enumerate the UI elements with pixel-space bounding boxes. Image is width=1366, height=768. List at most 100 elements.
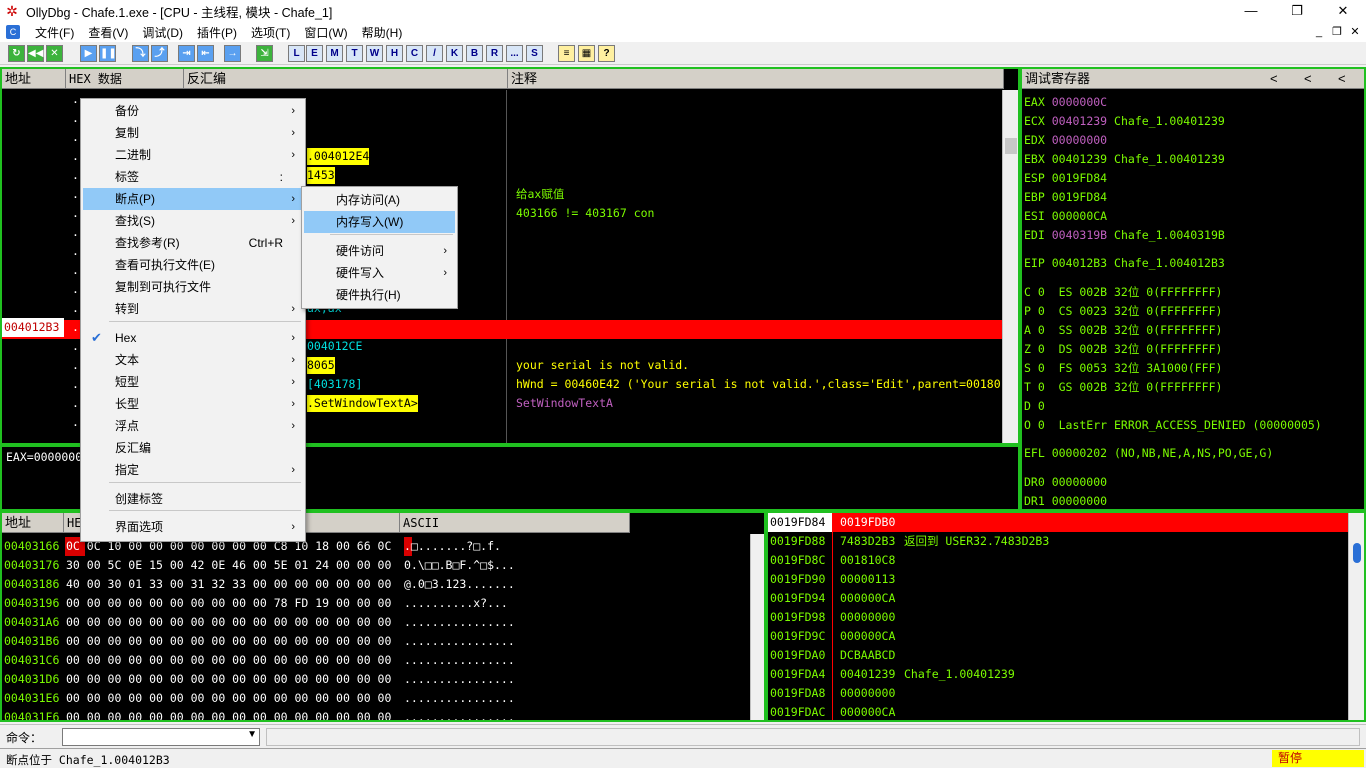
- dump-ascii[interactable]: ................: [404, 708, 515, 720]
- dump-address[interactable]: 004031C6: [4, 651, 59, 670]
- flag-segment-line[interactable]: S 0 FS 0053 32位 3A1000(FFF): [1024, 359, 1222, 378]
- dump-address[interactable]: 004031E6: [4, 689, 59, 708]
- menu-options[interactable]: 选项(T): [244, 24, 297, 41]
- context-menu-item[interactable]: 反汇编: [83, 437, 303, 459]
- disasm-address[interactable]: 004012C3: [2, 394, 64, 413]
- stack-address[interactable]: 0019FD90: [770, 570, 825, 589]
- context-menu-item[interactable]: 标签:: [83, 166, 303, 188]
- dump-hex-bytes[interactable]: 00 00 00 00 00 00 00 00 00 00 78 FD 19 0…: [66, 594, 391, 613]
- memory-window-button[interactable]: M: [326, 45, 343, 62]
- close-button[interactable]: ✕: [1320, 0, 1366, 22]
- menu-debug[interactable]: 调试(D): [135, 24, 190, 41]
- dump-hex-bytes[interactable]: 00 00 00 00 00 00 00 00 00 00 00 00 00 0…: [66, 689, 391, 708]
- context-menu-item[interactable]: 查看可执行文件(E): [83, 254, 303, 276]
- disasm-header-disassembly[interactable]: 反汇编: [184, 69, 508, 89]
- restore-button[interactable]: ❐: [1274, 0, 1320, 22]
- step-into-button[interactable]: ⤵: [132, 45, 149, 62]
- run-trace-window-button[interactable]: ...: [506, 45, 523, 62]
- stack-address[interactable]: 0019FDAC: [770, 703, 825, 720]
- disasm-address[interactable]: 004012A6: [2, 223, 64, 242]
- flag-segment-line[interactable]: D 0: [1024, 397, 1045, 416]
- menu-window[interactable]: 窗口(W): [297, 24, 354, 41]
- disasm-address[interactable]: 004012AB: [2, 280, 64, 299]
- stack-address[interactable]: 0019FD88: [770, 532, 825, 551]
- dump-hex-bytes[interactable]: 00 00 00 00 00 00 00 00 00 00 00 00 00 0…: [66, 651, 391, 670]
- disasm-scrollbar[interactable]: [1002, 90, 1018, 443]
- disasm-operand[interactable]: .004012E4: [307, 148, 370, 165]
- stack-value[interactable]: 7483D2B3: [840, 532, 895, 551]
- register-line[interactable]: ESI 000000CA: [1024, 207, 1114, 226]
- register-value[interactable]: 00401239: [1052, 114, 1107, 128]
- context-menu-item[interactable]: ✔ Hex ›: [83, 327, 303, 349]
- stack-address[interactable]: 0019FD94: [770, 589, 825, 608]
- disasm-operand[interactable]: .SetWindowTextA>: [307, 395, 418, 412]
- trace-into-button[interactable]: ⇥: [178, 45, 195, 62]
- disasm-address[interactable]: 004012A8: [2, 242, 64, 261]
- execute-till-return-button[interactable]: →: [224, 45, 241, 62]
- dump-ascii[interactable]: ................: [404, 613, 515, 632]
- grid-button[interactable]: ▦: [578, 45, 595, 62]
- flag-segment-line[interactable]: O 0 LastErr ERROR_ACCESS_DENIED (0000000…: [1024, 416, 1322, 435]
- register-value[interactable]: 0019FD84: [1052, 171, 1107, 185]
- stack-address[interactable]: 0019FD8C: [770, 551, 825, 570]
- stack-address[interactable]: 0019FD98: [770, 608, 825, 627]
- stack-scroll-thumb[interactable]: [1353, 543, 1361, 563]
- breakpoints-window-button[interactable]: B: [466, 45, 483, 62]
- dump-address[interactable]: 00403186: [4, 575, 59, 594]
- registers-nav-prev-2[interactable]: <: [1304, 69, 1312, 89]
- modules-window-button[interactable]: E: [306, 45, 323, 62]
- disasm-scroll-thumb[interactable]: [1005, 138, 1017, 154]
- register-line[interactable]: ECX 00401239 Chafe_1.00401239: [1024, 112, 1225, 131]
- context-menu-item[interactable]: 查找参考(R) Ctrl+R: [83, 232, 303, 254]
- source-window-button[interactable]: S: [526, 45, 543, 62]
- submenu-item[interactable]: 内存访问(A): [304, 189, 455, 211]
- disasm-address[interactable]: 004012A0: [2, 204, 64, 223]
- dump-address[interactable]: 00403196: [4, 594, 59, 613]
- submenu-item[interactable]: 硬件执行(H): [304, 284, 455, 306]
- dump-hex-bytes[interactable]: 00 00 00 00 00 00 00 00 00 00 00 00 00 0…: [66, 708, 391, 720]
- context-menu-item[interactable]: 创建标签: [83, 488, 303, 510]
- run-button[interactable]: ▶: [80, 45, 97, 62]
- rewind-button[interactable]: ◀◀: [27, 45, 44, 62]
- register-line[interactable]: EIP 004012B3 Chafe_1.004012B3: [1024, 254, 1225, 273]
- dump-header-ascii[interactable]: ASCII: [400, 513, 630, 533]
- disasm-header-hex[interactable]: HEX 数据: [66, 69, 184, 89]
- dump-hex-bytes[interactable]: 30 00 5C 0E 15 00 42 0E 46 00 5E 01 24 0…: [66, 556, 391, 575]
- register-line[interactable]: EDI 0040319B Chafe_1.0040319B: [1024, 226, 1225, 245]
- dump-ascii[interactable]: ................: [404, 632, 515, 651]
- disasm-address[interactable]: 0040128D: [2, 128, 64, 147]
- step-over-button[interactable]: ⤴: [151, 45, 168, 62]
- dump-ascii[interactable]: ................: [404, 670, 515, 689]
- register-line[interactable]: EBX 00401239 Chafe_1.00401239: [1024, 150, 1225, 169]
- disasm-address[interactable]: 004012B6: [2, 337, 64, 356]
- stack-value[interactable]: 000000CA: [840, 589, 895, 608]
- dump-address[interactable]: 004031A6: [4, 613, 59, 632]
- log-window-button[interactable]: L: [288, 45, 305, 62]
- context-menu-item[interactable]: 转到 ›: [83, 298, 303, 320]
- register-line[interactable]: EDX 00000000: [1024, 131, 1114, 150]
- dump-ascii[interactable]: ................: [404, 689, 515, 708]
- dump-address[interactable]: 004031D6: [4, 670, 59, 689]
- register-value[interactable]: 00000000: [1052, 133, 1107, 147]
- context-menu-item[interactable]: 界面选项 ›: [83, 516, 303, 538]
- disasm-address[interactable]: 00401292: [2, 147, 64, 166]
- register-value[interactable]: 00401239: [1052, 152, 1107, 166]
- debug-register-line[interactable]: DR1 00000000: [1024, 492, 1107, 509]
- minimize-button[interactable]: —: [1228, 0, 1274, 22]
- register-line[interactable]: EBP 0019FD84: [1024, 188, 1114, 207]
- disasm-address[interactable]: 00401294: [2, 166, 64, 185]
- menu-help[interactable]: 帮助(H): [355, 24, 410, 41]
- context-menu-item[interactable]: 文本 ›: [83, 349, 303, 371]
- disasm-address[interactable]: 004012C8: [2, 413, 64, 432]
- dump-header-address[interactable]: 地址: [2, 513, 64, 533]
- disasm-operand[interactable]: 1453: [307, 167, 335, 184]
- mdi-close-button[interactable]: ✕: [1346, 24, 1364, 40]
- cpu-window-button[interactable]: C: [406, 45, 423, 62]
- stack-value[interactable]: 000000CA: [840, 627, 895, 646]
- dump-ascii[interactable]: 0.\□□.B□F.^□$...: [404, 556, 515, 575]
- handles-window-button[interactable]: H: [386, 45, 403, 62]
- menu-view[interactable]: 查看(V): [81, 24, 135, 41]
- register-value[interactable]: 0000000C: [1052, 95, 1107, 109]
- list-button[interactable]: ≡: [558, 45, 575, 62]
- stack-value[interactable]: 001810C8: [840, 551, 895, 570]
